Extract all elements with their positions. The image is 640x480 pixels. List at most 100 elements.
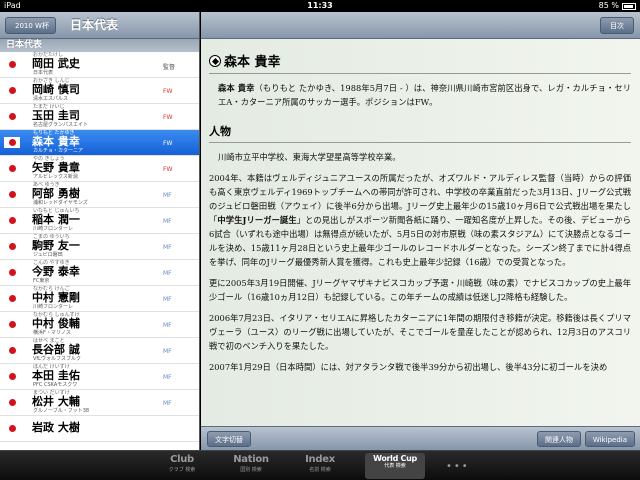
- japan-flag-icon: [4, 293, 20, 304]
- tab-world-cup[interactable]: World Cup 代表 検索: [365, 453, 425, 479]
- player-position: MF: [163, 374, 172, 381]
- japan-flag-icon: [4, 371, 20, 382]
- player-row[interactable]: まつい だいすけ 松井 大輔 グルノーブル・フット38 MF: [0, 390, 199, 416]
- article-body[interactable]: 森本 貴幸 森本 貴幸（もりもと たかゆき、1988年5月7日 - ）は、神奈川…: [201, 39, 640, 426]
- tab-nation[interactable]: Nation 国別 検索: [221, 453, 281, 479]
- player-row[interactable]: ほんだ けいすけ 本田 圭佑 PFC CSKAモスクワ MF: [0, 364, 199, 390]
- related-people-button[interactable]: 関連人物: [537, 431, 581, 447]
- player-row[interactable]: なかむら けんご 中村 憲剛 川崎フロンターレ MF: [0, 286, 199, 312]
- player-list: おかだたけし 岡田 武史 日本代表 監督 おかざき しんじ 岡崎 慎司 清水エスパルス FW た…: [0, 52, 199, 442]
- tab-index[interactable]: Index 名前 検索: [290, 453, 350, 479]
- player-position: 監督: [163, 64, 176, 71]
- player-name: 岡田 武史: [32, 57, 80, 70]
- tab-club-label: Club: [170, 454, 194, 465]
- paragraph-2: 2004年、本籍はヴェルディジュニアユースの所属だったが、オズワルド・アルディレ…: [209, 171, 631, 269]
- clock: 11:33: [307, 1, 333, 10]
- player-row[interactable]: もりもと たかゆき 森本 貴幸 カルチョ・カターニア FW: [0, 130, 199, 156]
- battery-icon: [622, 2, 636, 10]
- back-button[interactable]: 2010 W杯: [5, 17, 56, 34]
- intro-bold: 森本 貴幸: [218, 83, 255, 93]
- article-toolbar: 目次: [201, 12, 640, 39]
- wikipedia-button[interactable]: Wikipedia: [584, 431, 635, 447]
- player-club: 川崎フロンターレ: [33, 226, 74, 232]
- toc-button[interactable]: 目次: [600, 17, 634, 34]
- player-row[interactable]: 岩政 大樹: [0, 416, 199, 442]
- japan-flag-icon: [4, 163, 20, 174]
- player-row[interactable]: こまの ゆういち 駒野 友一 ジュビロ磐田 MF: [0, 234, 199, 260]
- player-club: 日本代表: [33, 70, 54, 76]
- player-name: 駒野 友一: [32, 239, 80, 252]
- battery-indicator: 85 %: [599, 0, 636, 12]
- player-position: MF: [163, 218, 172, 225]
- japan-flag-icon: [4, 189, 20, 200]
- japan-flag-icon: [4, 423, 20, 434]
- soccer-ball-icon: [209, 54, 221, 67]
- player-position: MF: [163, 348, 172, 355]
- player-row[interactable]: おかざき しんじ 岡崎 慎司 清水エスパルス FW: [0, 78, 199, 104]
- text-size-button[interactable]: 文字切替: [207, 431, 251, 447]
- section-header: 日本代表: [0, 39, 199, 52]
- player-list-pane: 2010 W杯 日本代表 日本代表 おかだたけし 岡田 武史 日本代表 監督 おかざき …: [0, 12, 200, 450]
- player-name: 今野 泰幸: [32, 265, 80, 278]
- player-row[interactable]: はせべ まこと 長谷部 誠 VfLヴォルフスブルク MF: [0, 338, 199, 364]
- left-nav-bar: 2010 W杯 日本代表: [0, 12, 199, 39]
- intro-paragraph: 森本 貴幸（もりもと たかゆき、1988年5月7日 - ）は、神奈川県川崎市宮前…: [209, 81, 631, 109]
- player-club: FC東京: [33, 278, 50, 284]
- tab-bar: Club クラブ 検索 Nation 国別 検索 Index 名前 検索 Wor…: [0, 450, 640, 480]
- player-name: 矢野 貴章: [32, 161, 80, 174]
- japan-flag-icon: [4, 345, 20, 356]
- tab-club-sub: クラブ 検索: [168, 467, 196, 473]
- player-name: 本田 圭佑: [32, 369, 80, 382]
- player-name: 岡崎 慎司: [32, 83, 80, 96]
- tab-nation-label: Nation: [233, 454, 269, 465]
- player-position: MF: [163, 322, 172, 329]
- article-bottom-bar: 文字切替 関連人物 Wikipedia: [201, 426, 640, 450]
- section-heading: 人物: [209, 123, 631, 143]
- tab-world-cup-sub: 代表 検索: [384, 463, 406, 469]
- tab-club[interactable]: Club クラブ 検索: [152, 453, 212, 479]
- player-club: 横浜F・マリノス: [33, 330, 71, 336]
- tab-nation-sub: 国別 検索: [240, 467, 262, 473]
- player-name: 松井 大輔: [32, 395, 80, 408]
- player-name: 阿部 勇樹: [32, 187, 80, 200]
- player-row[interactable]: あべ ゆうき 阿部 勇樹 浦和レッドダイヤモンズ MF: [0, 182, 199, 208]
- player-position: MF: [163, 270, 172, 277]
- player-name: 中村 俊輔: [32, 317, 80, 330]
- paragraph-4: 2006年7月23日、イタリア・セリエAに昇格したカターニアに1年間の期限付き移…: [209, 313, 631, 351]
- japan-flag-icon: [4, 111, 20, 122]
- player-position: FW: [163, 166, 173, 173]
- paragraph-2-bold: 中学生Jリーガー誕生: [217, 215, 297, 225]
- paragraph-5: 2007年1月29日（日本時間）には、対アタランタ戦で後半39分から初出場し、後…: [209, 362, 608, 372]
- list-title: 日本代表: [70, 18, 119, 32]
- player-position: MF: [163, 244, 172, 251]
- player-name: 岩政 大樹: [32, 421, 80, 434]
- more-tabs-icon[interactable]: •••: [446, 461, 470, 472]
- article-pane: 目次 森本 貴幸 森本 貴幸（もりもと たかゆき、1988年5月7日 - ）は、…: [201, 12, 640, 450]
- player-row[interactable]: やの きしょう 矢野 貴章 アルビレックス新潟 FW: [0, 156, 199, 182]
- player-name: 中村 憲剛: [32, 291, 80, 304]
- player-club: アルビレックス新潟: [33, 174, 78, 180]
- player-position: MF: [163, 192, 172, 199]
- player-name: 稲本 潤一: [32, 213, 80, 226]
- player-name: 玉田 圭司: [32, 109, 80, 122]
- player-row[interactable]: たまだ けいじ 玉田 圭司 名古屋グランパスエイト FW: [0, 104, 199, 130]
- player-club: VfLヴォルフスブルク: [33, 356, 81, 362]
- japan-flag-icon: [4, 215, 20, 226]
- player-row[interactable]: おかだたけし 岡田 武史 日本代表 監督: [0, 52, 199, 78]
- player-club: ジュビロ磐田: [33, 252, 63, 258]
- tab-index-label: Index: [305, 454, 335, 465]
- player-row[interactable]: こんの やすゆき 今野 泰幸 FC東京 MF: [0, 260, 199, 286]
- japan-flag-icon: [4, 319, 20, 330]
- player-row[interactable]: いなもと じゅんいち 稲本 潤一 川崎フロンターレ MF: [0, 208, 199, 234]
- player-position: MF: [163, 400, 172, 407]
- player-position: MF: [163, 296, 172, 303]
- japan-flag-icon: [4, 267, 20, 278]
- japan-flag-icon: [4, 241, 20, 252]
- player-name: 長谷部 誠: [32, 343, 80, 356]
- paragraph-1: 川崎市立平中学校、東海大学望星高等学校卒業。: [218, 152, 401, 162]
- japan-flag-icon: [4, 59, 20, 70]
- player-row[interactable]: なかむら しゅんすけ 中村 俊輔 横浜F・マリノス MF: [0, 312, 199, 338]
- player-club: PFC CSKAモスクワ: [33, 382, 78, 388]
- paragraph-3: 更に2005年3月19日開催、Jリーグヤマザキナビスコカップ予選・川崎戦（味の素…: [209, 278, 631, 302]
- player-name: 森本 貴幸: [32, 135, 80, 148]
